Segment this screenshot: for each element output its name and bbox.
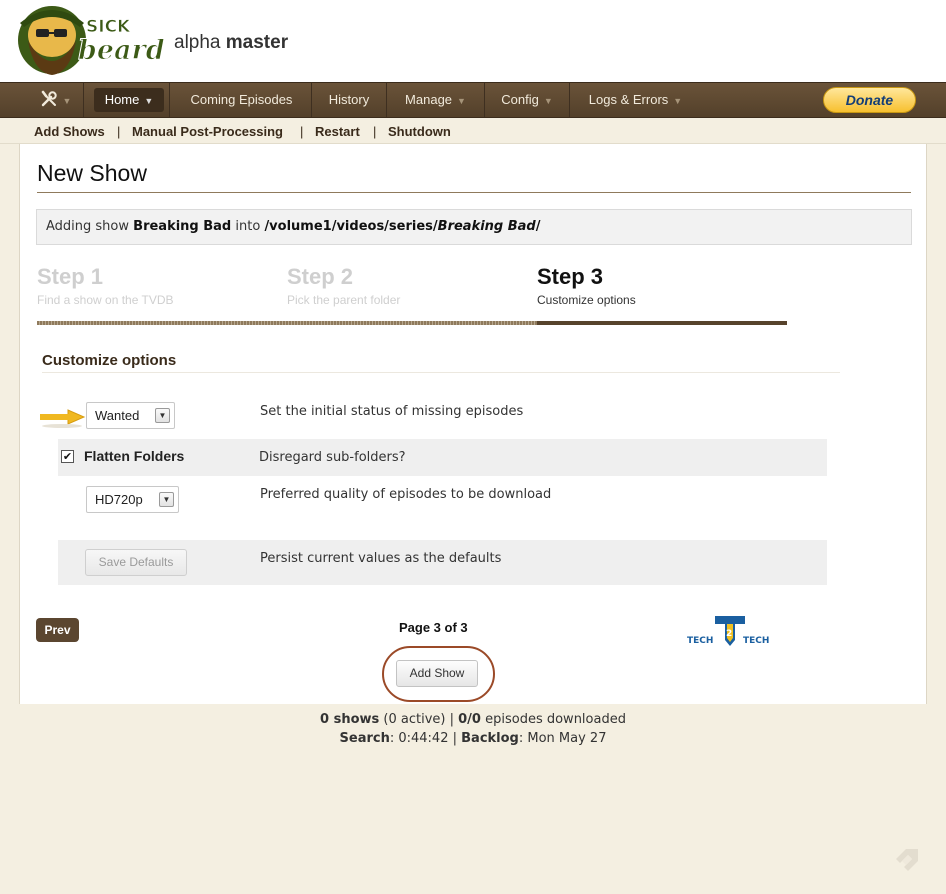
submenu-separator: | [117, 124, 121, 139]
submenu-manual-post-processing[interactable]: Manual Post-Processing [132, 124, 283, 139]
save-defaults-button[interactable]: Save Defaults [85, 549, 187, 576]
flatten-folders-label[interactable]: Flatten Folders [84, 448, 184, 464]
nav-home[interactable]: Home ▼ [88, 83, 170, 117]
footer-active: (0 active) [383, 712, 446, 727]
footer-search-label: Search [339, 731, 390, 746]
step-2-title: Step 2 [287, 264, 354, 289]
adding-show-name: Breaking Bad [133, 219, 232, 234]
version-label: alpha master [174, 32, 288, 54]
chevron-down-icon: ▼ [62, 96, 72, 106]
steps-progress-current [537, 321, 787, 325]
status-select-value: Wanted [95, 408, 140, 423]
sickbeard-logo[interactable]: SICK beard [14, 3, 166, 77]
footer-episodes-suffix: episodes downloaded [485, 712, 626, 727]
flatten-folders-checkbox[interactable]: ✔ [61, 450, 74, 463]
adding-show-info: Adding show Breaking Bad into /volume1/v… [36, 209, 912, 245]
step-2-desc: Pick the parent folder [287, 293, 401, 307]
status-select[interactable]: Wanted ▼ [86, 402, 175, 429]
wrench-screwdriver-icon [41, 90, 57, 107]
logo-sick-text: SICK [86, 17, 131, 37]
header: SICK beard alpha master [0, 0, 946, 82]
step-1[interactable]: Step 1 Find a show on the TVDB [37, 264, 174, 307]
quality-select[interactable]: HD720p ▼ [86, 486, 179, 513]
chevron-down-icon: ▼ [543, 96, 553, 106]
content-panel: New Show Adding show Breaking Bad into /… [19, 144, 927, 704]
submenu-restart[interactable]: Restart [315, 124, 360, 139]
chevron-down-icon: ▼ [155, 408, 170, 423]
footer-schedule: Search: 0:44:42 | Backlog: Mon May 27 [339, 731, 607, 746]
donate-button[interactable]: Donate [823, 87, 916, 113]
section-title: Customize options [42, 352, 177, 369]
footer-backlog-label: Backlog [461, 731, 519, 746]
nav-config[interactable]: Config ▼ [485, 83, 570, 117]
arrow-pointer-icon [40, 409, 86, 428]
nav-home-label: Home [104, 92, 140, 107]
step-1-title: Step 1 [37, 264, 104, 289]
steps-progress-done [37, 321, 537, 325]
submenu: Add Shows | Manual Post-Processing | Res… [0, 119, 946, 144]
main-navbar: ▼ Home ▼ Coming Episodes History Manage ▼ … [0, 82, 946, 118]
page-indicator: Page 3 of 3 [399, 620, 468, 635]
chevron-down-icon: ▼ [457, 96, 466, 106]
submenu-add-shows[interactable]: Add Shows [34, 124, 105, 139]
add-show-button[interactable]: Add Show [396, 660, 478, 687]
submenu-separator: | [300, 124, 304, 139]
chevron-down-icon: ▼ [144, 96, 154, 106]
nav-manage-label: Manage [405, 92, 453, 107]
submenu-separator: | [373, 124, 377, 139]
footer-episodes: 0/0 [458, 712, 481, 727]
nav-history-label: History [328, 92, 370, 107]
nav-logs-errors[interactable]: Logs & Errors ▼ [570, 83, 701, 117]
nav-manage[interactable]: Manage ▼ [387, 83, 485, 117]
quality-description: Preferred quality of episodes to be down… [260, 487, 552, 502]
save-defaults-description: Persist current values as the defaults [260, 551, 502, 566]
nav-config-label: Config [501, 92, 539, 107]
status-description: Set the initial status of missing episod… [260, 404, 524, 419]
nav-history[interactable]: History [312, 83, 387, 117]
adding-path-base: /volume1/videos/series/ [264, 219, 438, 234]
adding-path-show: Breaking Bad [437, 219, 536, 234]
version-branch: master [225, 32, 289, 53]
footer-shows-count: 0 shows [320, 712, 380, 727]
submenu-shutdown[interactable]: Shutdown [388, 124, 451, 139]
prev-button[interactable]: Prev [36, 618, 79, 642]
nav-coming-episodes-label: Coming Episodes [190, 92, 293, 107]
watermark-text-number: 2 [726, 629, 732, 639]
page-title: New Show [37, 160, 147, 186]
version-prefix: alpha [174, 32, 221, 53]
chevron-down-icon: ▼ [673, 96, 683, 106]
step-3-desc: Customize options [537, 293, 636, 307]
nav-logs-errors-label: Logs & Errors [588, 92, 669, 107]
footer-search-value: : 0:44:42 [389, 731, 449, 746]
adding-middle: into [235, 219, 261, 234]
flatten-description: Disregard sub-folders? [259, 450, 406, 465]
chevron-down-icon: ▼ [159, 492, 174, 507]
adding-prefix: Adding show [46, 219, 130, 234]
divider [37, 192, 911, 193]
footer-backlog-value: : Mon May 27 [518, 731, 607, 746]
step-3: Step 3 Customize options [537, 264, 636, 307]
divider [42, 372, 840, 373]
watermark-text-right: TECH [743, 636, 769, 646]
step-3-title: Step 3 [537, 264, 604, 289]
footer-stats: 0 shows (0 active) | 0/0 episodes downlo… [320, 712, 626, 727]
tech2tech-watermark-logo: TECH TECH 2 [687, 616, 769, 646]
step-1-desc: Find a show on the TVDB [37, 293, 174, 307]
steps-progress-bar [37, 321, 787, 325]
watermark-text-left: TECH [687, 636, 713, 646]
nav-coming-episodes[interactable]: Coming Episodes [172, 83, 312, 117]
logo-beard-text: beard [78, 35, 165, 66]
nav-tools-menu[interactable]: ▼ [28, 83, 84, 117]
adding-path-end: / [535, 219, 541, 234]
step-2[interactable]: Step 2 Pick the parent folder [287, 264, 400, 307]
quality-select-value: HD720p [95, 492, 143, 507]
feather-icon [896, 849, 918, 871]
